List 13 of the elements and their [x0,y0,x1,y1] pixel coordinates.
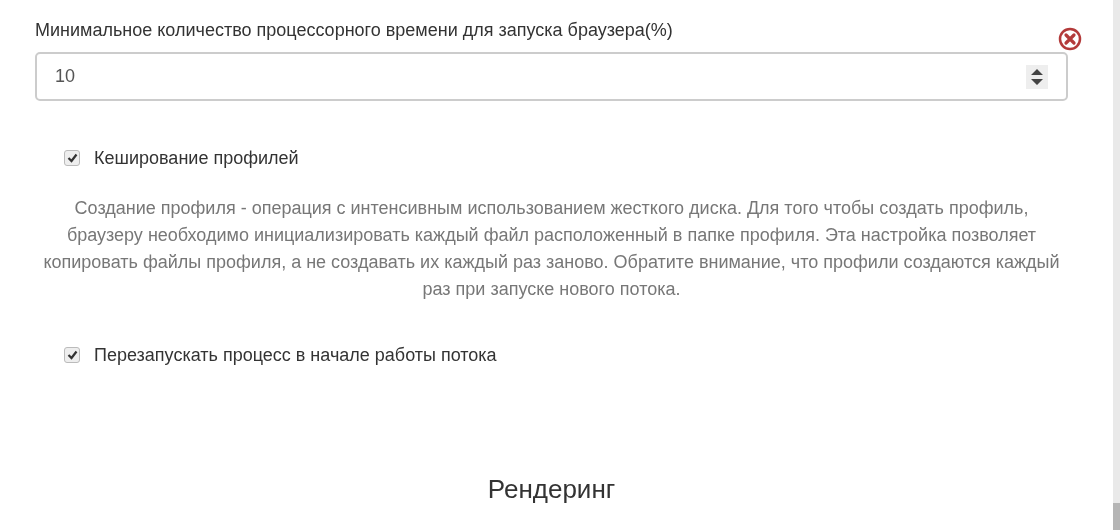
close-icon[interactable] [1058,27,1082,51]
spinner-icon[interactable] [1026,64,1048,89]
checkbox[interactable] [64,150,80,166]
description-text: Создание профиля - операция с интенсивным использованием жесткого диска. Для того чтобы создать профиль, браузеру необходимо инициализировать каждый файл расположенный в папке профиля. Эта настройка позволяет копировать файлы профиля, а не создавать их каждый раз заново. Обратите внимание, что профили создаются каждый раз при запуске нового потока. [42,197,1061,301]
field-label: Минимальное количество процессорного времени для запуска браузера(%) [35,19,674,42]
checkbox-label: Перезапускать процесс в начале работы потока [94,344,497,367]
checkbox[interactable] [64,347,80,363]
scrollbar[interactable] [1113,0,1120,530]
section-heading: Рендеринг [486,473,617,506]
checkbox-label: Кеширование профилей [94,147,299,170]
check-icon [66,350,78,360]
check-icon [66,153,78,163]
number-input-field[interactable]: 10 [35,52,1068,101]
